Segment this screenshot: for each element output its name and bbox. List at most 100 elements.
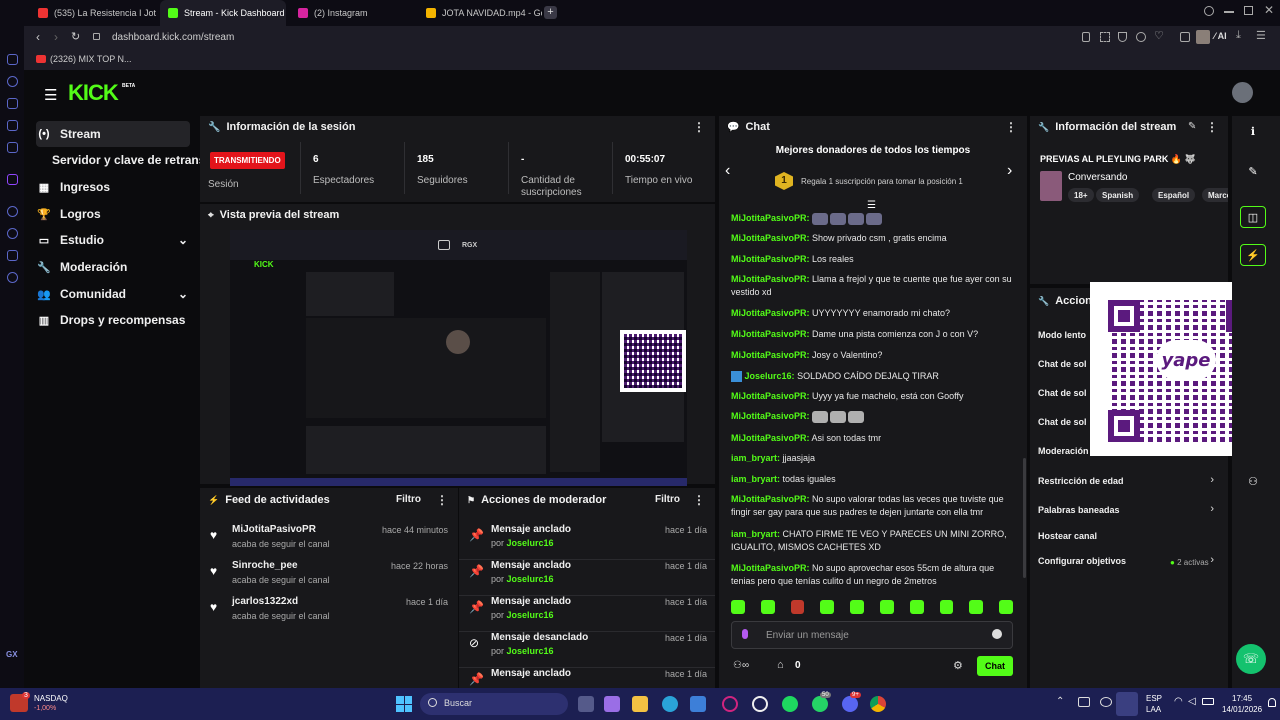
chat-user[interactable]: MiJotitaPasivoPR:	[731, 433, 810, 443]
browser-tab[interactable]: JOTA NAVIDAD.mp4 - Goo	[418, 0, 542, 26]
mod-filter-button[interactable]: Filtro	[655, 494, 680, 505]
minimize-icon[interactable]	[1224, 11, 1234, 13]
opera-icon[interactable]	[752, 696, 768, 712]
chat-user[interactable]: MiJotitaPasivoPR:	[731, 391, 810, 401]
tray-icon[interactable]	[1100, 697, 1112, 707]
chevron-right-icon[interactable]: ›	[1210, 474, 1214, 486]
taskbar-search[interactable]: Buscar	[420, 693, 568, 715]
volume-icon[interactable]: ◁	[1188, 696, 1196, 707]
tray-icon[interactable]	[1078, 697, 1090, 707]
camera-icon[interactable]: ◫	[1240, 206, 1266, 228]
sidebar-app-icon[interactable]	[7, 54, 18, 65]
feed-user[interactable]: jcarlos1322xd	[232, 596, 298, 607]
feed-user[interactable]: MiJotitaPasivoPR	[232, 524, 316, 535]
emote-icon[interactable]	[820, 600, 835, 614]
chrome-icon[interactable]	[870, 696, 886, 712]
tag-chip[interactable]: 18+	[1068, 188, 1094, 202]
action-row[interactable]: Palabras baneadas	[1038, 505, 1120, 515]
wifi-icon[interactable]: ◠	[1174, 696, 1183, 707]
emote-icon[interactable]	[909, 600, 924, 614]
user-avatar[interactable]	[1232, 82, 1253, 103]
bookmark-item[interactable]: (2326) MIX TOP N...	[50, 54, 132, 64]
browser-tab[interactable]: (2) Instagram	[290, 0, 416, 26]
chevron-right-icon[interactable]: ›	[1210, 554, 1214, 566]
filter-icon[interactable]: ☰	[867, 200, 876, 211]
nav-ingresos[interactable]: ▦ Ingresos	[38, 175, 110, 199]
chat-user[interactable]: MiJotitaPasivoPR:	[731, 411, 810, 421]
category-name[interactable]: Conversando	[1068, 172, 1127, 183]
tag-chip[interactable]: Spanish	[1096, 188, 1140, 202]
shield-icon[interactable]	[1118, 32, 1127, 42]
url-field[interactable]: dashboard.kick.com/stream	[112, 32, 234, 43]
sidebar-app-icon[interactable]	[7, 228, 18, 239]
info-icon[interactable]: ℹ	[1240, 120, 1266, 142]
start-button[interactable]	[396, 696, 412, 712]
chat-scrollbar[interactable]	[1023, 458, 1026, 578]
nav-estudio[interactable]: ▭ Estudio ⌄	[38, 228, 188, 252]
tray-chevron-icon[interactable]: ⌃	[1056, 696, 1064, 707]
chat-user[interactable]: MiJotitaPasivoPR:	[731, 274, 810, 284]
emote-icon[interactable]	[731, 600, 745, 614]
feed-filter-button[interactable]: Filtro	[396, 494, 421, 505]
lightning-icon[interactable]: ⚡	[1240, 244, 1266, 266]
menu-icon[interactable]: ☰	[1256, 29, 1266, 42]
nav-logros[interactable]: 🏆 Logros	[37, 202, 101, 226]
chat-user[interactable]: iam_bryart:	[731, 529, 780, 539]
chat-user[interactable]: MiJotitaPasivoPR:	[731, 563, 810, 573]
more-icon[interactable]: ⋮	[1005, 120, 1017, 134]
nav-moderacion[interactable]: 🔧 Moderación	[37, 255, 127, 279]
fullscreen-icon[interactable]	[438, 240, 450, 250]
tag-chip[interactable]: Español	[1152, 188, 1196, 202]
chevron-down-icon[interactable]: ⌄	[178, 287, 188, 301]
emote-icon[interactable]	[790, 600, 805, 614]
action-row[interactable]: Restricción de edad	[1038, 476, 1124, 486]
sidebar-app-icon[interactable]	[7, 76, 18, 87]
action-row[interactable]: Configurar objetivos	[1038, 556, 1126, 566]
maximize-icon[interactable]	[1244, 6, 1253, 15]
tag-chip[interactable]: Marcel	[1202, 188, 1228, 202]
edit-icon[interactable]: ✎	[1188, 121, 1196, 132]
nav-server-key[interactable]: Servidor y clave de retransmisión	[52, 148, 200, 172]
download-icon[interactable]: ⤓	[1236, 29, 1241, 42]
language-code[interactable]: ESP	[1146, 694, 1162, 703]
preview-video[interactable]: KICK RGX	[230, 230, 687, 486]
sidebar-app-icon[interactable]	[7, 142, 18, 153]
emote-icon[interactable]	[879, 600, 894, 614]
sidebar-app-icon[interactable]	[7, 120, 18, 131]
hamburger-icon[interactable]: ☰	[44, 86, 57, 104]
settings-icon[interactable]	[7, 272, 18, 283]
battery-icon[interactable]	[1202, 698, 1214, 705]
more-icon[interactable]: ⋮	[693, 120, 705, 134]
sidebar-app-icon[interactable]	[7, 250, 18, 261]
snapshot-icon[interactable]	[1100, 32, 1110, 42]
close-window-icon[interactable]: ✕	[1264, 3, 1274, 17]
copilot-icon[interactable]	[604, 696, 620, 712]
chat-settings-icon[interactable]: ⚙	[953, 659, 963, 672]
mod-user[interactable]: Joselurc16	[507, 538, 554, 548]
action-row[interactable]: Chat de sol	[1038, 417, 1087, 427]
chat-user[interactable]: MiJotitaPasivoPR:	[731, 213, 810, 223]
chat-user[interactable]: iam_bryart:	[731, 453, 780, 463]
edit-icon[interactable]: ✎	[1240, 160, 1266, 182]
emoji-icon[interactable]	[992, 629, 1002, 639]
more-icon[interactable]: ⋮	[436, 493, 448, 507]
action-row[interactable]: Modo lento	[1038, 330, 1086, 340]
reload-icon[interactable]: ↻	[71, 30, 80, 43]
emote-icon[interactable]	[969, 600, 984, 614]
chat-user[interactable]: iam_bryart:	[731, 474, 780, 484]
whatsapp-icon[interactable]	[812, 696, 828, 712]
support-button[interactable]: ☏	[1236, 644, 1266, 674]
users-icon[interactable]: ⚇	[1240, 470, 1266, 492]
spotify-icon[interactable]	[782, 696, 798, 712]
ai-icon[interactable]: ⁄ AI	[1214, 31, 1227, 41]
notifications-icon[interactable]	[1268, 698, 1276, 707]
back-icon[interactable]: ‹	[36, 30, 40, 44]
chat-input-box[interactable]: Enviar un mensaje	[731, 621, 1013, 649]
chat-send-button[interactable]: Chat	[977, 656, 1013, 676]
chat-user[interactable]: MiJotitaPasivoPR:	[731, 329, 810, 339]
mod-user[interactable]: Joselurc16	[507, 574, 554, 584]
chat-user[interactable]: MiJotitaPasivoPR:	[731, 308, 810, 318]
explorer-icon[interactable]	[632, 696, 648, 712]
forward-icon[interactable]: ›	[54, 30, 58, 44]
heart-icon[interactable]: ♡	[1154, 29, 1164, 42]
